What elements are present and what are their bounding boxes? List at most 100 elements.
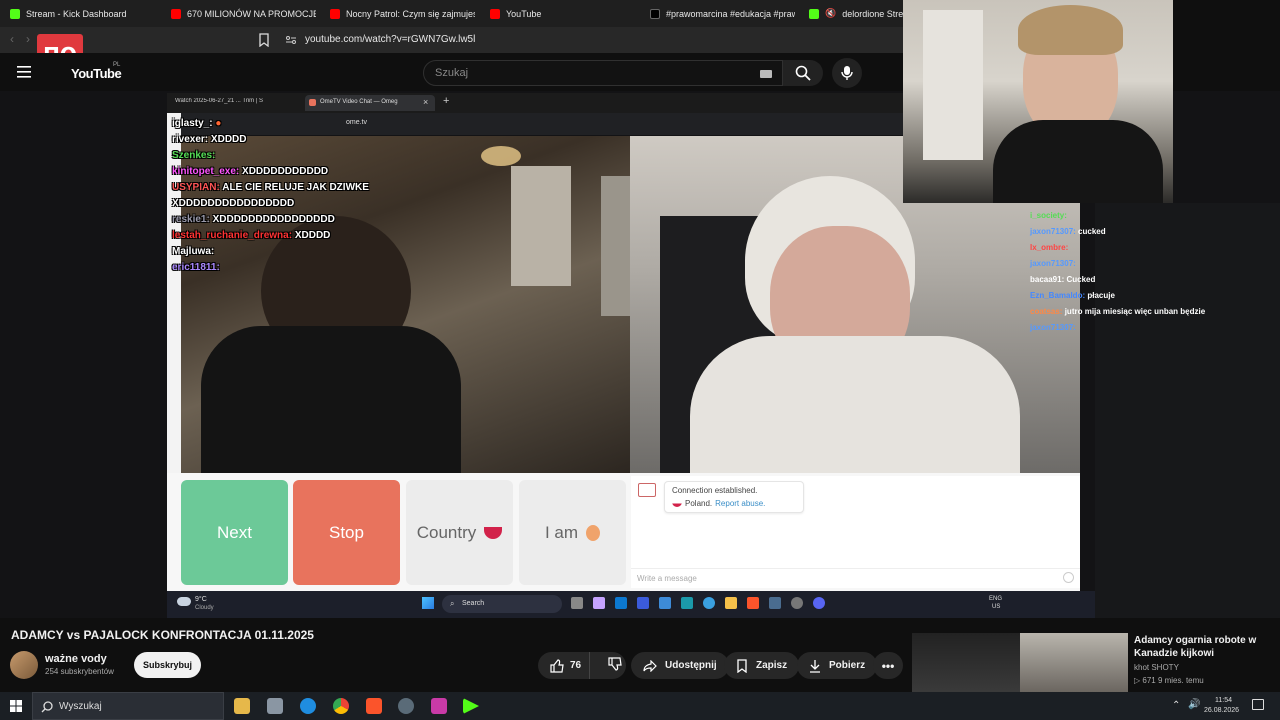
close-icon: × — [423, 97, 429, 107]
tab-youtube-2[interactable]: Nocny Patrol: Czym się zajmujesz i — [330, 0, 475, 27]
download-button[interactable]: Pobierz — [797, 652, 878, 679]
voice-search-button[interactable] — [832, 58, 862, 88]
tab-youtube-1[interactable]: 670 MILIONÓW NA PROMOCJĘ PO — [171, 0, 316, 27]
channel-name[interactable]: ważne vody — [45, 653, 107, 665]
channel-avatar[interactable] — [10, 651, 38, 679]
steam-icon — [769, 597, 781, 609]
chat-line: rivexer: XDDDD — [172, 134, 247, 145]
share-icon — [643, 659, 657, 672]
chat-line: XDDDDDDDDDDDDDDDD — [172, 198, 295, 209]
i-am-label: I am — [544, 522, 579, 542]
youtube-icon — [171, 8, 181, 19]
keyboard-icon[interactable] — [760, 70, 772, 78]
video-title: ADAMCY vs PAJALOCK KONFRONTACJA 01.11.20… — [11, 628, 314, 642]
address-url[interactable]: youtube.com/watch?v=rGWN7Gw.lw5l — [305, 34, 475, 45]
app-icon[interactable] — [398, 698, 414, 714]
streamer-shirt — [993, 120, 1163, 203]
country-status: Poland. Report abuse. — [672, 499, 765, 508]
message-input[interactable]: Write a message — [631, 568, 1080, 588]
recommended-thumbnail[interactable] — [912, 633, 1128, 692]
dislike-button[interactable] — [598, 657, 622, 674]
kick-icon — [10, 8, 20, 19]
tab-kick-stream[interactable]: 🔇 delordione Stream — [809, 0, 903, 27]
weather-temp: 9°C — [195, 596, 207, 603]
site-info-icon[interactable] — [285, 34, 297, 46]
chat-line: kinitopet_exe: XDDDDDDDDDDD — [172, 166, 329, 177]
share-button[interactable]: Udostępnij — [631, 652, 729, 679]
subscribe-button[interactable]: Subskrybuj — [134, 652, 201, 678]
volume-icon[interactable]: 🔊 — [1188, 699, 1200, 710]
person-shirt — [690, 336, 1020, 473]
chat-line: lestah_ruchanie_drewna: XDDDD — [172, 230, 331, 241]
browser-tab-strip: Stream - Kick Dashboard 670 MILIONÓW NA … — [0, 0, 903, 27]
app-icon — [593, 597, 605, 609]
tray-arrow-icon[interactable]: ⌃ — [1172, 700, 1180, 711]
chrome-icon[interactable] — [333, 698, 349, 714]
menu-icon[interactable] — [17, 66, 31, 78]
inner-lang-region: US — [992, 604, 1001, 610]
recommended-title[interactable]: Adamcy ogarnia robote w Kanadzie kijkowi — [1134, 634, 1274, 660]
youtube-icon — [330, 8, 340, 19]
notification-icon[interactable] — [1252, 699, 1264, 710]
mute-icon: 🔇 — [825, 8, 837, 18]
edge-icon[interactable] — [300, 698, 316, 714]
bookmark-icon[interactable] — [258, 33, 270, 47]
app-icon — [791, 597, 803, 609]
windows-taskbar: Wyszukaj — [0, 692, 1280, 720]
brave-icon — [747, 597, 759, 609]
download-icon — [810, 659, 820, 673]
chat-line: Majluwa: — [172, 246, 215, 257]
search-button[interactable] — [783, 60, 823, 86]
file-explorer-icon[interactable] — [234, 698, 250, 714]
next-button[interactable]: Next — [181, 480, 288, 585]
brave-icon[interactable] — [366, 698, 382, 714]
save-button[interactable]: Zapisz — [724, 652, 800, 679]
recommended-meta: ▷ 671 9 mies. temu — [1134, 676, 1204, 685]
connection-status: Connection established. — [672, 486, 758, 495]
report-abuse-link[interactable]: Report abuse. — [715, 499, 765, 508]
cabinet — [511, 166, 571, 286]
taskbar-search-label: Wyszukaj — [59, 701, 102, 712]
chat-line: coatsas: jutro mija miesiąc więc unban b… — [1030, 307, 1206, 316]
recommended-channel[interactable]: khot SHOTY — [1134, 663, 1179, 672]
windows-start-icon — [422, 597, 434, 609]
stop-button[interactable]: Stop — [293, 480, 400, 585]
forward-icon[interactable]: › — [26, 32, 30, 46]
like-dislike-group: 76 — [538, 652, 626, 679]
thumbnail-person — [1020, 633, 1128, 692]
i-am-button[interactable]: I am — [519, 480, 626, 585]
connection-status-bubble: Connection established. Poland. Report a… — [664, 481, 804, 513]
tab-tiktok[interactable]: #prawomarcina #edukacja #prawo — [650, 0, 795, 27]
chat-line: bacaa91: Cucked — [1030, 275, 1096, 284]
tab-youtube-3[interactable]: YouTube — [490, 0, 630, 27]
search-input[interactable]: Szukaj — [423, 60, 783, 86]
tab-kick-dashboard[interactable]: Stream - Kick Dashboard — [10, 0, 160, 27]
address-bar: ‹ › youtube.com/watch?v=rGWN7Gw.lw5l — [0, 27, 903, 53]
app-icon[interactable] — [431, 698, 447, 714]
chat-line: USYPIAN: ALE CIE RELUJE JAK DZIWKE — [172, 182, 369, 193]
fridge — [601, 176, 630, 316]
thumbs-down-icon — [608, 657, 622, 671]
emoji-icon[interactable] — [1063, 572, 1074, 583]
clock-time: 11:54 — [1215, 697, 1232, 704]
microphone-icon — [841, 66, 853, 80]
app-icon — [637, 597, 649, 609]
country-label: Country — [416, 522, 477, 542]
app-icon[interactable] — [267, 698, 283, 714]
save-label: Zapisz — [756, 660, 788, 671]
poland-flag-icon — [484, 526, 503, 539]
like-button[interactable]: 76 — [538, 652, 590, 679]
chat-line: Ezn_Bamaldo: płacuje — [1030, 291, 1115, 300]
tab-label: Nocny Patrol: Czym się zajmujesz i — [346, 8, 475, 19]
youtube-icon — [490, 8, 500, 19]
country-button[interactable]: Country — [406, 480, 513, 585]
windows-start-icon[interactable] — [10, 700, 22, 712]
more-actions-button[interactable]: ••• — [873, 652, 903, 679]
chat-line: jaxon71307: — [1030, 323, 1076, 332]
taskbar-search[interactable]: Wyszukaj — [32, 692, 224, 720]
download-label: Pobierz — [829, 660, 866, 671]
back-icon[interactable]: ‹ — [10, 32, 14, 46]
tiktok-icon — [650, 8, 660, 19]
weather-desc: Cloudy — [195, 605, 214, 611]
youtube-logo-text[interactable]: YouTube — [71, 66, 122, 81]
